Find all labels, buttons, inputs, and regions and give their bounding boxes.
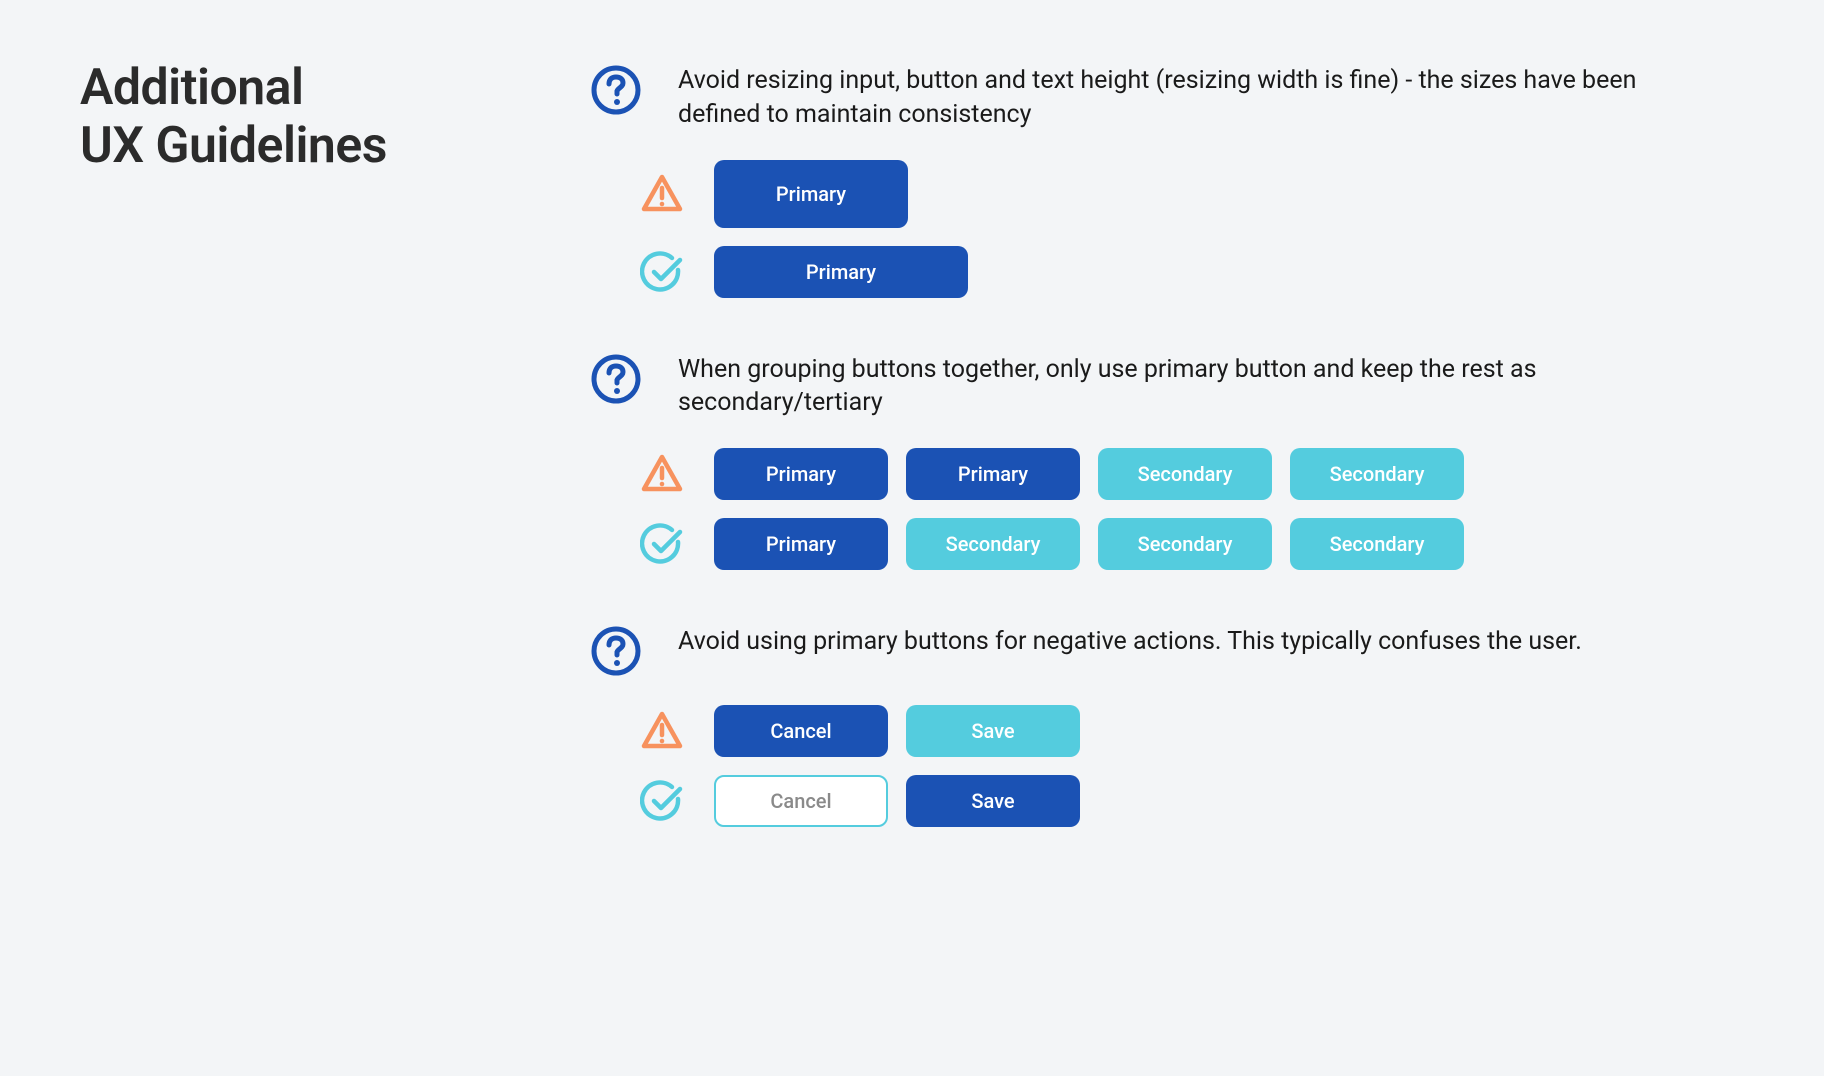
guideline-block-2: When grouping buttons together, only use… bbox=[590, 353, 1744, 571]
save-button[interactable]: Save bbox=[906, 705, 1080, 757]
guideline-text: Avoid resizing input, button and text he… bbox=[678, 64, 1698, 132]
check-icon bbox=[640, 779, 684, 823]
button-group: Cancel Save bbox=[714, 775, 1080, 827]
guideline-text: When grouping buttons together, only use… bbox=[678, 353, 1698, 421]
page-title: Additional UX Guidelines bbox=[80, 60, 500, 175]
secondary-button[interactable]: Secondary bbox=[1098, 448, 1272, 500]
button-group: Primary bbox=[714, 160, 908, 228]
good-example-row: Primary Secondary Secondary Secondary bbox=[640, 518, 1744, 570]
button-group: Primary Secondary Secondary Secondary bbox=[714, 518, 1464, 570]
secondary-button[interactable]: Secondary bbox=[906, 518, 1080, 570]
primary-button[interactable]: Primary bbox=[714, 518, 888, 570]
guideline-header: When grouping buttons together, only use… bbox=[590, 353, 1744, 421]
primary-button[interactable]: Primary bbox=[714, 160, 908, 228]
guidelines-column: Avoid resizing input, button and text he… bbox=[590, 60, 1744, 827]
good-example-row: Primary bbox=[640, 246, 1744, 298]
warning-icon bbox=[640, 709, 684, 753]
title-column: Additional UX Guidelines bbox=[80, 60, 500, 827]
bad-example-row: Cancel Save bbox=[640, 705, 1744, 757]
cancel-button[interactable]: Cancel bbox=[714, 775, 888, 827]
warning-icon bbox=[640, 452, 684, 496]
save-button[interactable]: Save bbox=[906, 775, 1080, 827]
primary-button[interactable]: Primary bbox=[714, 448, 888, 500]
secondary-button[interactable]: Secondary bbox=[1098, 518, 1272, 570]
button-group: Primary bbox=[714, 246, 968, 298]
primary-button[interactable]: Primary bbox=[906, 448, 1080, 500]
check-icon bbox=[640, 250, 684, 294]
guideline-block-1: Avoid resizing input, button and text he… bbox=[590, 64, 1744, 298]
guideline-text: Avoid using primary buttons for negative… bbox=[678, 625, 1582, 659]
button-group: Primary Primary Secondary Secondary bbox=[714, 448, 1464, 500]
warning-icon bbox=[640, 172, 684, 216]
secondary-button[interactable]: Secondary bbox=[1290, 518, 1464, 570]
primary-button[interactable]: Primary bbox=[714, 246, 968, 298]
question-icon bbox=[590, 625, 642, 677]
guideline-block-3: Avoid using primary buttons for negative… bbox=[590, 625, 1744, 827]
button-group: Cancel Save bbox=[714, 705, 1080, 757]
check-icon bbox=[640, 522, 684, 566]
title-line-1: Additional bbox=[80, 59, 304, 117]
bad-example-row: Primary Primary Secondary Secondary bbox=[640, 448, 1744, 500]
question-icon bbox=[590, 353, 642, 405]
bad-example-row: Primary bbox=[640, 160, 1744, 228]
good-example-row: Cancel Save bbox=[640, 775, 1744, 827]
guideline-header: Avoid using primary buttons for negative… bbox=[590, 625, 1744, 677]
title-line-2: UX Guidelines bbox=[80, 117, 387, 175]
secondary-button[interactable]: Secondary bbox=[1290, 448, 1464, 500]
cancel-button[interactable]: Cancel bbox=[714, 705, 888, 757]
question-icon bbox=[590, 64, 642, 116]
guideline-header: Avoid resizing input, button and text he… bbox=[590, 64, 1744, 132]
